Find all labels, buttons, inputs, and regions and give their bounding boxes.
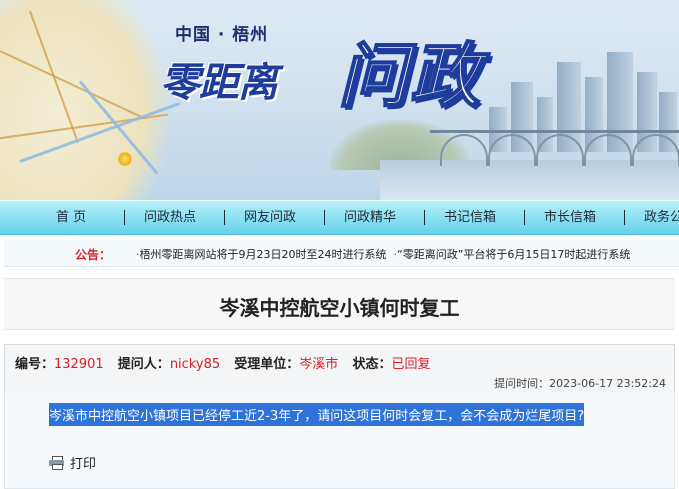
site-title-big: 问政 (337, 34, 482, 118)
question-time: 提问时间：2023-06-17 23:52:24 (494, 375, 666, 391)
print-label: 打印 (70, 457, 97, 472)
announcement-item[interactable]: “零距离问政”平台将于6月15日17时起进行系统 (397, 248, 630, 261)
time-value: 2023-06-17 23:52:24 (549, 377, 666, 390)
nav-divider (524, 210, 525, 225)
main-nav: 首 页 问政热点 网友问政 问政精华 书记信箱 市长信箱 政务公 (0, 200, 679, 235)
question-info-bar: 编号：132901 提问人：nicky85 受理单位：岑溪市 状态：已回复 提问… (4, 344, 675, 394)
nav-item-government-affairs[interactable]: 政务公 (644, 201, 679, 234)
question-meta-row: 编号：132901 提问人：nicky85 受理单位：岑溪市 状态：已回复 (15, 353, 440, 372)
nav-divider (624, 210, 625, 225)
time-label: 提问时间： (494, 377, 550, 390)
question-id: 132901 (54, 357, 104, 372)
question-title: 岑溪中控航空小镇何时复工 (219, 296, 460, 320)
question-body: 岑溪市中控航空小镇项目已经停工近2-3年了，请问这项目何时会复工，会不会成为烂尾… (49, 403, 585, 426)
department-link[interactable]: 岑溪市 (299, 357, 338, 372)
asker-name: nicky85 (169, 357, 221, 372)
asker-label: 提问人： (117, 357, 170, 372)
nav-divider (424, 210, 425, 225)
nav-divider (224, 210, 225, 225)
site-subtitle: 中国 · 梧州 (175, 25, 269, 45)
nav-divider (124, 210, 125, 225)
announcement-ticker: ·梧州零距离网站将于9月23日20时至24时进行系统 ·“零距离问政”平台将于6… (136, 248, 631, 261)
status-label: 状态： (352, 357, 392, 372)
announcement-item[interactable]: 梧州零距离网站将于9月23日20时至24时进行系统 (140, 248, 387, 261)
question-title-box: 岑溪中控航空小镇何时复工 (4, 278, 675, 330)
nav-item-home[interactable]: 首 页 (56, 201, 86, 234)
site-title-small: 零距离 (160, 60, 278, 106)
nav-item-hot-topics[interactable]: 问政热点 (144, 201, 196, 234)
status-value: 已回复 (391, 357, 431, 372)
id-label: 编号： (15, 357, 55, 372)
nav-item-netizen-questions[interactable]: 网友问政 (244, 201, 296, 234)
map-illustration (0, 0, 181, 200)
print-button[interactable]: 打印 (49, 453, 96, 472)
city-skyline-image (479, 52, 679, 192)
printer-icon (49, 456, 64, 470)
nav-item-mayor-mailbox[interactable]: 市长信箱 (544, 201, 596, 234)
department-label: 受理单位： (234, 357, 300, 372)
question-content: 岑溪市中控航空小镇项目已经停工近2-3年了，请问这项目何时会复工，会不会成为烂尾… (4, 393, 675, 489)
announcement-label: 公告： (75, 248, 112, 262)
nav-item-secretary-mailbox[interactable]: 书记信箱 (444, 201, 496, 234)
city-marker-icon (118, 152, 132, 166)
header-banner: 中国 · 梧州 零距离 问政 (0, 0, 679, 200)
announcement-bar: 公告： ·梧州零距离网站将于9月23日20时至24时进行系统 ·“零距离问政”平… (4, 240, 679, 267)
nav-item-featured[interactable]: 问政精华 (344, 201, 396, 234)
nav-divider (324, 210, 325, 225)
